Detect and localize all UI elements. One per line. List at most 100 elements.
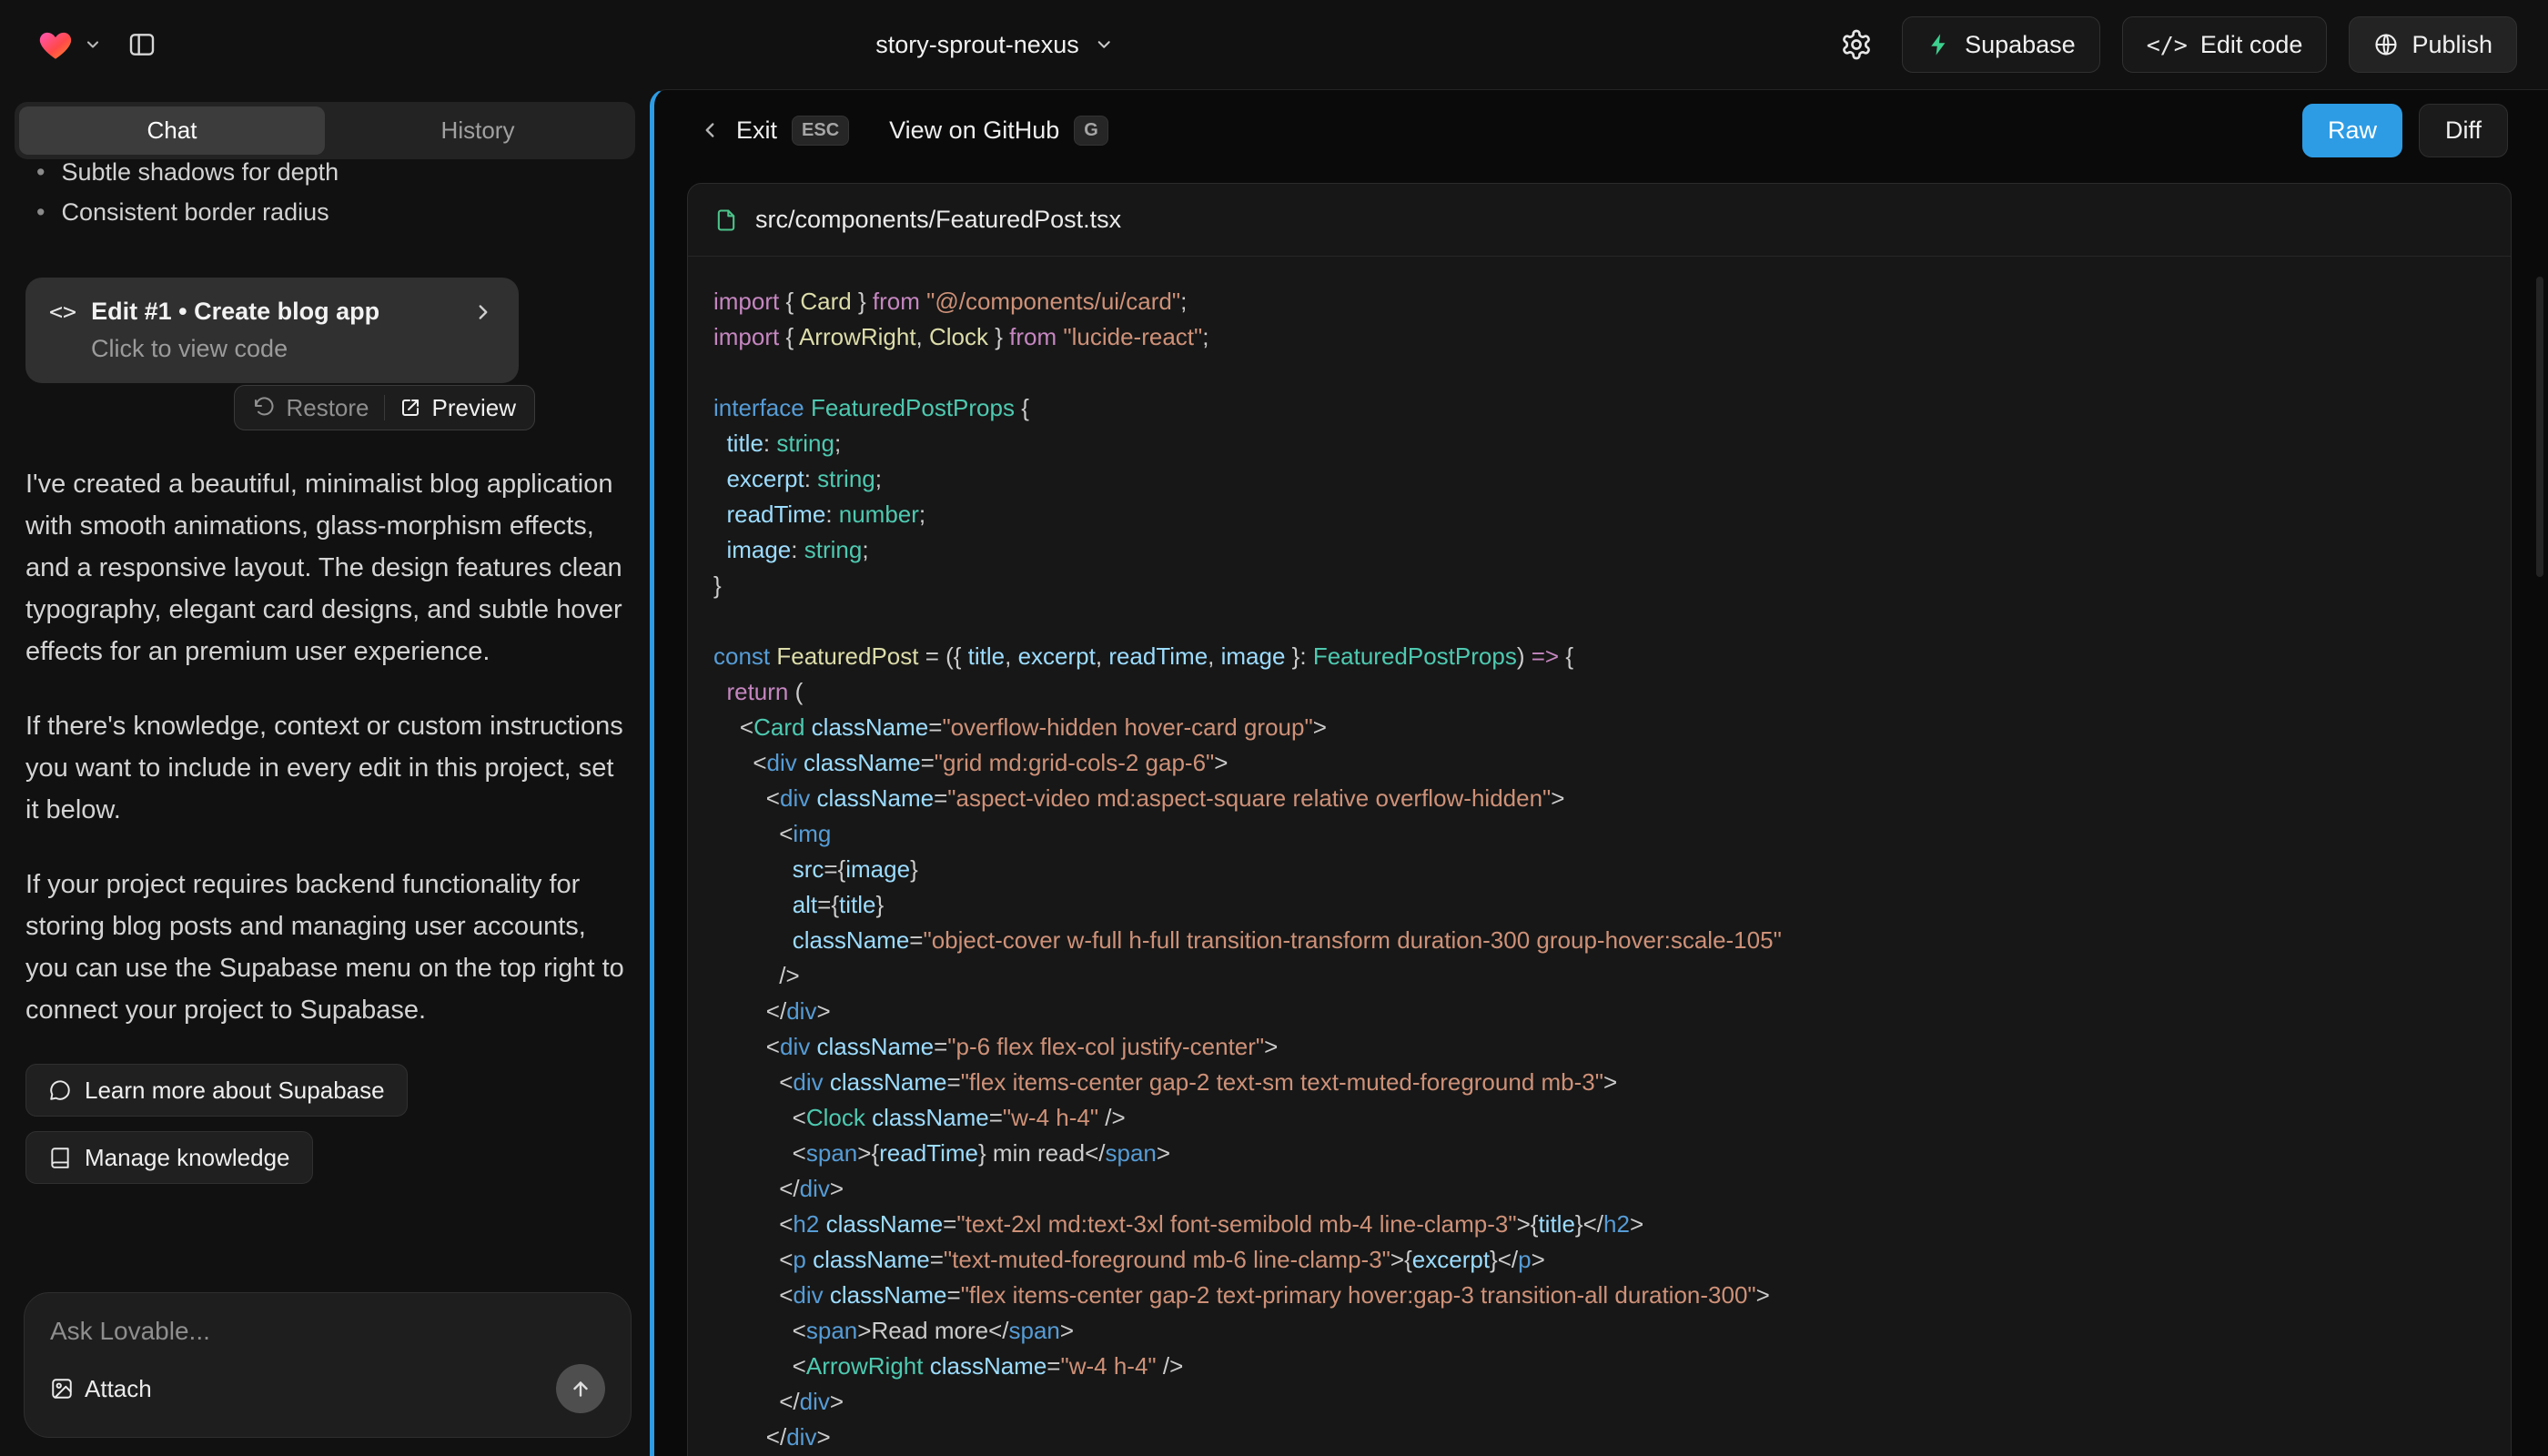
publish-label: Publish [2412, 31, 2492, 59]
code-line: return ( [713, 674, 2485, 710]
code-line: import { Card } from "@/components/ui/ca… [713, 284, 2485, 319]
composer[interactable]: Ask Lovable... Attach [24, 1292, 632, 1438]
settings-button[interactable] [1833, 21, 1880, 68]
panel-left-icon [127, 30, 157, 59]
edit-card-title: Edit #1 • Create blog app [91, 298, 457, 326]
restore-button[interactable]: Restore [238, 386, 383, 430]
attach-button[interactable]: Attach [50, 1375, 152, 1403]
code-line: excerpt: string; [713, 461, 2485, 497]
send-button[interactable] [556, 1364, 605, 1413]
code-line: import { ArrowRight, Clock } from "lucid… [713, 319, 2485, 355]
chat-sidebar: Chat History •Subtle shadows for depth•C… [0, 89, 650, 1456]
code-line: <ArrowRight className="w-4 h-4" /> [713, 1349, 2485, 1384]
composer-toolbar: Attach [50, 1364, 605, 1413]
chat-paragraph: I've created a beautiful, minimalist blo… [25, 463, 624, 672]
code-line: const FeaturedPost = ({ title, excerpt, … [713, 639, 2485, 674]
manage-knowledge-label: Manage knowledge [85, 1144, 290, 1172]
bullet-item: •Consistent border radius [36, 192, 624, 232]
sidebar-toggle-button[interactable] [118, 21, 166, 68]
chat-history-tabs: Chat History [15, 102, 635, 159]
code-line: <div className="p-6 flex flex-col justif… [713, 1029, 2485, 1065]
tab-chat[interactable]: Chat [19, 106, 325, 155]
topbar-right: Supabase </> Edit code Publish [1833, 16, 2517, 73]
globe-icon [2373, 32, 2399, 57]
project-name-menu[interactable]: story-sprout-nexus [875, 31, 1114, 59]
scrollbar-thumb[interactable] [2536, 277, 2543, 577]
topbar: story-sprout-nexus Supabase </> Edit cod… [0, 0, 2548, 89]
project-name: story-sprout-nexus [875, 31, 1079, 59]
rotate-ccw-icon [253, 397, 275, 419]
edit-card-subtitle: Click to view code [91, 335, 495, 363]
bullet-icon: • [36, 159, 45, 192]
chevron-down-icon [84, 35, 102, 54]
external-link-icon [399, 397, 421, 419]
composer-input[interactable]: Ask Lovable... [50, 1317, 605, 1346]
chat-messages[interactable]: •Subtle shadows for depth•Consistent bor… [0, 159, 650, 1276]
version-actions: Restore Preview [234, 385, 535, 430]
learn-more-label: Learn more about Supabase [85, 1077, 385, 1105]
supabase-bolt-icon [1926, 32, 1952, 57]
supabase-button[interactable]: Supabase [1902, 16, 2100, 73]
edit-version-card[interactable]: <> Edit #1 • Create blog app Click to vi… [25, 278, 519, 383]
code-view-panel: Exit ESC View on GitHub G Raw Diff src/c… [650, 89, 2548, 1456]
bullet-text: Consistent border radius [61, 192, 329, 232]
supabase-label: Supabase [1965, 31, 2076, 59]
code-line: </div> [713, 1171, 2485, 1207]
lovable-heart-logo [35, 25, 76, 64]
arrow-up-icon [569, 1377, 592, 1400]
topbar-left [31, 21, 166, 68]
code-brackets-icon: </> [2147, 32, 2188, 58]
chevron-down-icon [1094, 35, 1114, 55]
learn-more-supabase-button[interactable]: Learn more about Supabase [25, 1064, 408, 1117]
view-on-github-button[interactable]: View on GitHub G [889, 116, 1108, 146]
publish-button[interactable]: Publish [2349, 16, 2517, 73]
code-card: src/components/FeaturedPost.tsx import {… [687, 183, 2512, 1456]
code-line: <div className="flex items-center gap-2 … [713, 1065, 2485, 1100]
workspace-menu-button[interactable] [31, 22, 106, 67]
attach-label: Attach [85, 1375, 152, 1403]
code-line: <h2 className="text-2xl md:text-3xl font… [713, 1207, 2485, 1242]
code-line: </div> [713, 994, 2485, 1029]
g-badge: G [1074, 116, 1108, 146]
edit-code-button[interactable]: </> Edit code [2122, 16, 2328, 73]
code-line: src={image} [713, 852, 2485, 887]
bullet-list: •Subtle shadows for depth•Consistent bor… [25, 159, 624, 232]
file-header: src/components/FeaturedPost.tsx [688, 184, 2511, 257]
code-line: <div className="grid md:grid-cols-2 gap-… [713, 745, 2485, 781]
gear-icon [1840, 28, 1873, 61]
edit-card-row: <> Edit #1 • Create blog app [49, 298, 495, 326]
raw-tab-button[interactable]: Raw [2302, 104, 2402, 157]
code-line [713, 603, 2485, 639]
code-line: interface FeaturedPostProps { [713, 390, 2485, 426]
code-view-header-right: Raw Diff [2302, 104, 2508, 157]
chat-paragraphs: I've created a beautiful, minimalist blo… [25, 463, 624, 1031]
esc-badge: ESC [792, 116, 849, 146]
chevron-right-icon [471, 300, 495, 324]
code-line: <Clock className="w-4 h-4" /> [713, 1100, 2485, 1136]
code-line: image: string; [713, 532, 2485, 568]
preview-button[interactable]: Preview [385, 386, 531, 430]
code-brackets-icon: <> [49, 298, 76, 325]
tab-history[interactable]: History [325, 106, 631, 155]
diff-tab-button[interactable]: Diff [2419, 104, 2508, 157]
chat-bubble-icon [48, 1078, 72, 1102]
code-line: readTime: number; [713, 497, 2485, 532]
book-icon [48, 1146, 72, 1169]
filename: src/components/FeaturedPost.tsx [755, 206, 1121, 234]
code-line: <div className="flex items-center gap-2 … [713, 1278, 2485, 1313]
code-line: </div> [713, 1420, 2485, 1455]
code-line: <Card className="overflow-hidden hover-c… [713, 710, 2485, 745]
preview-label: Preview [432, 394, 516, 422]
exit-label: Exit [736, 116, 777, 145]
image-icon [50, 1377, 74, 1400]
code-lines[interactable]: import { Card } from "@/components/ui/ca… [688, 257, 2511, 1456]
code-line: <img [713, 816, 2485, 852]
bullet-item: •Subtle shadows for depth [36, 159, 624, 192]
file-code-icon [713, 207, 739, 233]
code-view-header-left: Exit ESC View on GitHub G [698, 116, 1108, 146]
edit-code-label: Edit code [2200, 31, 2303, 59]
edit-version-card-wrap: <> Edit #1 • Create blog app Click to vi… [25, 278, 519, 383]
code-line: alt={title} [713, 887, 2485, 923]
manage-knowledge-button[interactable]: Manage knowledge [25, 1131, 313, 1184]
exit-button[interactable]: Exit ESC [698, 116, 849, 146]
